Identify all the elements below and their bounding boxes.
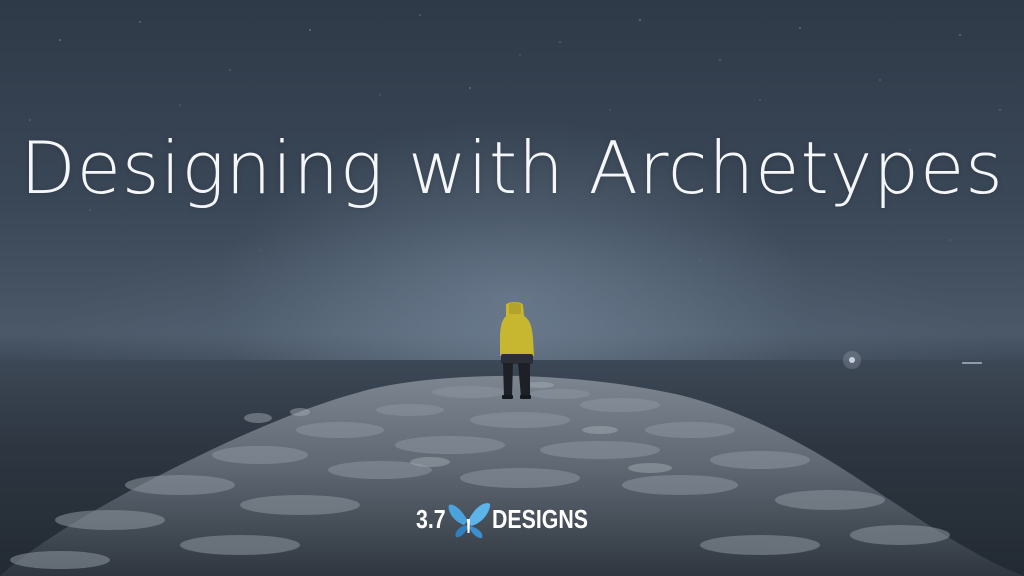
- hooded-person: [500, 302, 534, 399]
- logo-word: DESIGNS: [492, 503, 589, 534]
- slide-title: Designing with Archetypes: [20, 126, 1004, 210]
- brand-logo: 3.7 DESIGNS: [416, 494, 616, 544]
- background-photo: Designing with Archetypes 3.7 DESIGNS: [0, 0, 1024, 576]
- logo-number: 3.7: [416, 503, 446, 534]
- butterfly-icon: [448, 503, 491, 539]
